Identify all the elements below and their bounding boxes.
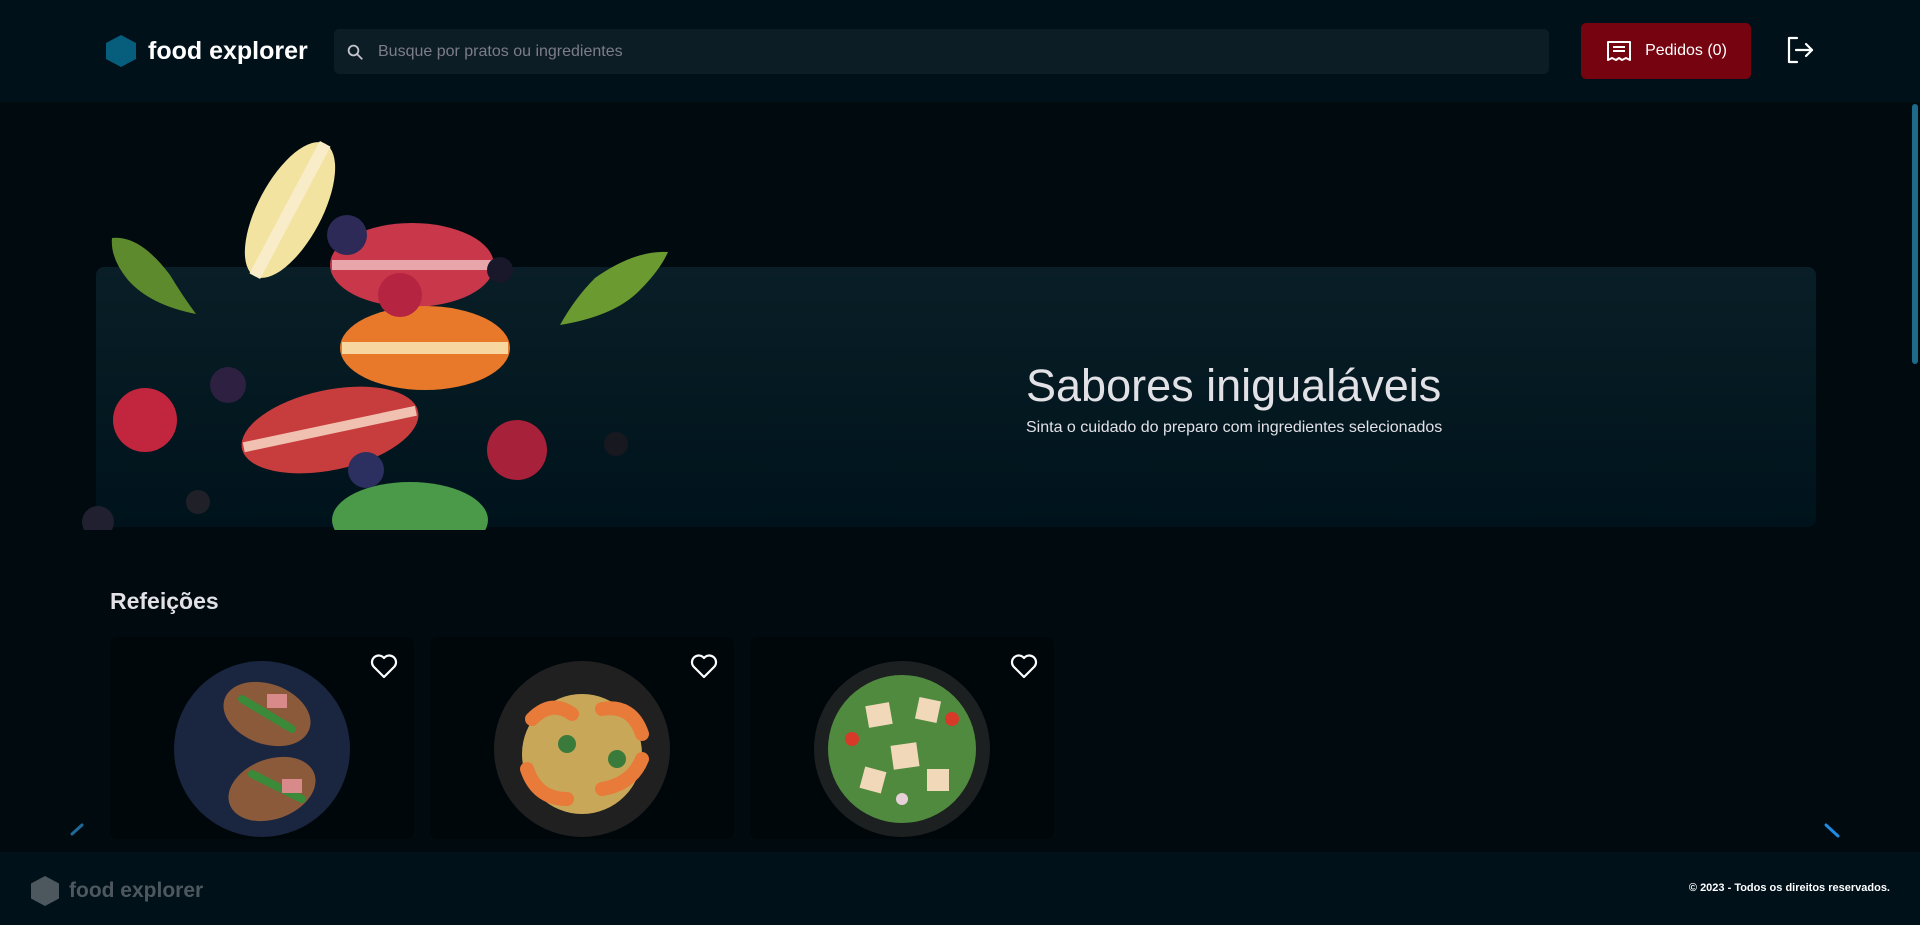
heart-outline-icon[interactable] <box>370 653 398 679</box>
chevron-right-icon[interactable] <box>1822 823 1844 845</box>
section-title-meals: Refeições <box>110 588 219 614</box>
dish-card[interactable] <box>110 637 414 839</box>
hexagon-logo-icon <box>106 35 136 67</box>
chevron-left-icon[interactable] <box>68 823 90 845</box>
page-scrollbar[interactable] <box>1912 104 1918 364</box>
salad-plate-image <box>814 661 990 837</box>
footer-brand-name: food explorer <box>69 879 204 902</box>
bruschetta-plate-image <box>174 661 350 837</box>
heart-outline-icon[interactable] <box>1010 653 1038 679</box>
heart-outline-icon[interactable] <box>690 653 718 679</box>
brand-logo[interactable]: food explorer <box>106 35 308 67</box>
copyright-text: © 2023 - Todos os direitos reservados. <box>1688 882 1890 894</box>
search-bar[interactable] <box>334 29 1549 74</box>
orders-button[interactable]: Pedidos (0) <box>1581 23 1751 79</box>
search-icon <box>347 44 363 60</box>
banner-title: Sabores inigualáveis <box>1026 360 1442 411</box>
dish-card[interactable] <box>750 637 1054 839</box>
dish-card[interactable] <box>430 637 734 839</box>
sign-out-icon[interactable] <box>1784 34 1816 66</box>
hexagon-logo-icon <box>31 876 59 906</box>
orders-label: Pedidos (0) <box>1645 42 1727 59</box>
brand-name: food explorer <box>148 36 308 65</box>
footer-brand: food explorer <box>31 876 203 906</box>
search-input[interactable] <box>378 42 1528 61</box>
banner-subtitle: Sinta o cuidado do preparo com ingredien… <box>1026 419 1443 436</box>
page-footer: food explorer © 2023 - Todos os direitos… <box>0 852 1920 925</box>
receipt-icon <box>1607 41 1632 61</box>
shrimp-pasta-plate-image <box>494 661 670 837</box>
macarons-illustration <box>82 140 668 530</box>
top-header: food explorer Pedidos (0) <box>0 0 1920 102</box>
